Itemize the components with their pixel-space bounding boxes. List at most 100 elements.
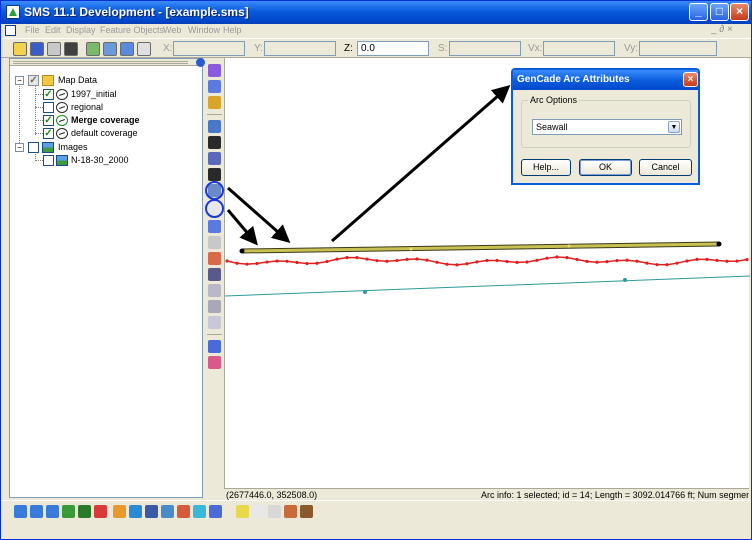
help-button[interactable]: Help... bbox=[521, 159, 571, 176]
particle-icon[interactable] bbox=[94, 505, 107, 518]
tree-node-images[interactable]: − Images bbox=[14, 141, 194, 154]
light-icon[interactable] bbox=[236, 505, 249, 518]
tree-node-coverage[interactable]: ✓ default coverage bbox=[43, 127, 193, 140]
ok-button[interactable]: OK bbox=[579, 159, 632, 176]
shoreline-arc[interactable] bbox=[225, 255, 749, 267]
images-checkbox[interactable] bbox=[28, 142, 39, 153]
select-point-icon[interactable] bbox=[208, 136, 221, 149]
grid-tool-icon[interactable] bbox=[208, 340, 221, 353]
select-rectangle-icon[interactable] bbox=[208, 300, 221, 313]
display-options-icon[interactable] bbox=[120, 42, 134, 56]
group-label: Arc Options bbox=[528, 95, 580, 105]
seawall-node bbox=[239, 248, 245, 254]
menu-file[interactable]: File bbox=[25, 25, 40, 35]
annotation-icon[interactable] bbox=[161, 505, 174, 518]
shoreline-vertex bbox=[685, 259, 689, 263]
dialog-title-bar[interactable]: GenCade Arc Attributes × bbox=[513, 70, 698, 90]
cartesian-grid-icon[interactable] bbox=[62, 505, 75, 518]
menu-feature-objects[interactable]: Feature Objects bbox=[100, 25, 164, 35]
hydro-icon[interactable] bbox=[193, 505, 206, 518]
map-data-checkbox[interactable]: ✓ bbox=[28, 75, 39, 86]
dialog-close-icon[interactable]: × bbox=[683, 72, 698, 87]
minimize-button[interactable]: _ bbox=[689, 3, 708, 21]
ruler-icon[interactable] bbox=[208, 268, 221, 281]
raster-icon[interactable] bbox=[209, 505, 222, 518]
1d-grid-icon[interactable] bbox=[145, 505, 158, 518]
vector-icon[interactable] bbox=[268, 505, 281, 518]
menu-display[interactable]: Display bbox=[66, 25, 96, 35]
tree-connector bbox=[35, 120, 43, 121]
arc-type-dropdown[interactable]: Seawall ▼ bbox=[532, 119, 682, 135]
shoreline-vertex bbox=[555, 255, 559, 259]
tree-node-coverage[interactable]: regional bbox=[43, 101, 193, 114]
create-polygon-icon[interactable] bbox=[208, 236, 221, 249]
shoreline-vertex bbox=[425, 258, 429, 262]
coverage-checkbox[interactable]: ✓ bbox=[43, 89, 54, 100]
collapse-icon[interactable]: − bbox=[15, 143, 24, 152]
grid-module-icon[interactable] bbox=[30, 505, 43, 518]
zoom-icon[interactable] bbox=[103, 42, 117, 56]
shoreline-vertex bbox=[385, 259, 389, 263]
select-tool-icon[interactable] bbox=[208, 64, 221, 77]
rectangle-icon[interactable] bbox=[208, 284, 221, 297]
menu-help[interactable]: Help bbox=[223, 25, 242, 35]
collapse-icon[interactable]: − bbox=[15, 76, 24, 85]
cancel-button[interactable]: Cancel bbox=[639, 159, 692, 176]
frame-icon[interactable] bbox=[137, 42, 151, 56]
tree-node-coverage-active[interactable]: ✓ Merge coverage bbox=[43, 114, 193, 127]
shoreline-vertex bbox=[395, 258, 399, 263]
offshore-arc[interactable] bbox=[225, 275, 750, 297]
close-button[interactable]: × bbox=[730, 3, 749, 21]
dropdown-arrow-icon[interactable]: ▼ bbox=[668, 121, 680, 133]
transform-icon[interactable] bbox=[208, 316, 221, 329]
shoreline-vertex bbox=[265, 260, 269, 264]
create-vertex-icon[interactable] bbox=[208, 152, 221, 165]
coverage-checkbox[interactable]: ✓ bbox=[43, 115, 54, 126]
maximize-button[interactable]: □ bbox=[710, 3, 729, 21]
coverage-checkbox[interactable]: ✓ bbox=[43, 128, 54, 139]
tree-connector bbox=[35, 83, 36, 135]
menu-web[interactable]: Web bbox=[163, 25, 181, 35]
shoreline-vertex bbox=[635, 259, 639, 263]
z-field[interactable]: 0.0 bbox=[357, 41, 429, 56]
tide-icon[interactable] bbox=[177, 505, 190, 518]
shoreline-vertex bbox=[605, 260, 609, 264]
image-checkbox[interactable] bbox=[43, 155, 54, 166]
mesh-module-icon[interactable] bbox=[14, 505, 27, 518]
menu-window[interactable]: Window bbox=[188, 25, 220, 35]
document-icon[interactable] bbox=[5, 25, 16, 36]
create-point-icon[interactable] bbox=[208, 120, 221, 133]
select-arc-group-icon[interactable] bbox=[208, 220, 221, 233]
scatter-module-icon[interactable] bbox=[46, 505, 59, 518]
gis-module-icon[interactable] bbox=[129, 505, 142, 518]
tree-node-coverage[interactable]: ✓ 1997_initial bbox=[43, 88, 193, 101]
quadtree-icon[interactable] bbox=[78, 505, 91, 518]
menu-edit[interactable]: Edit bbox=[45, 25, 61, 35]
select-vertex-icon[interactable] bbox=[208, 168, 221, 181]
shoreline-vertex bbox=[625, 258, 629, 262]
chart-icon[interactable] bbox=[300, 505, 313, 518]
panel-grip[interactable] bbox=[10, 59, 202, 66]
pan-tool-icon[interactable] bbox=[208, 96, 221, 109]
film-icon[interactable] bbox=[284, 505, 297, 518]
coverage-checkbox[interactable] bbox=[43, 102, 54, 113]
zoom-tool-icon[interactable] bbox=[208, 80, 221, 93]
tree-node-map-data[interactable]: − ✓ Map Data bbox=[14, 74, 194, 87]
print-icon[interactable] bbox=[47, 42, 61, 56]
title-bar[interactable]: SMS 11.1 Development - [example.sms] _ □… bbox=[1, 1, 751, 24]
tree-node-image[interactable]: N-18-30_2000 bbox=[43, 154, 193, 167]
mdi-controls[interactable]: _ ∂ × bbox=[711, 24, 733, 35]
contour-icon[interactable] bbox=[252, 505, 265, 518]
map-module-icon[interactable] bbox=[113, 505, 126, 518]
selected-seawall-arc[interactable] bbox=[239, 241, 722, 254]
select-polygon-icon[interactable] bbox=[208, 252, 221, 265]
shoreline-vertex bbox=[305, 261, 309, 266]
refresh-icon[interactable] bbox=[86, 42, 100, 56]
offshore-vertex bbox=[363, 290, 367, 294]
save-icon[interactable] bbox=[30, 42, 44, 56]
plot-tool-icon[interactable] bbox=[208, 356, 221, 369]
shoreline-vertex bbox=[535, 258, 539, 262]
delete-icon[interactable] bbox=[64, 42, 78, 56]
open-folder-icon[interactable] bbox=[13, 42, 27, 56]
arrow-to-arc bbox=[227, 186, 291, 243]
